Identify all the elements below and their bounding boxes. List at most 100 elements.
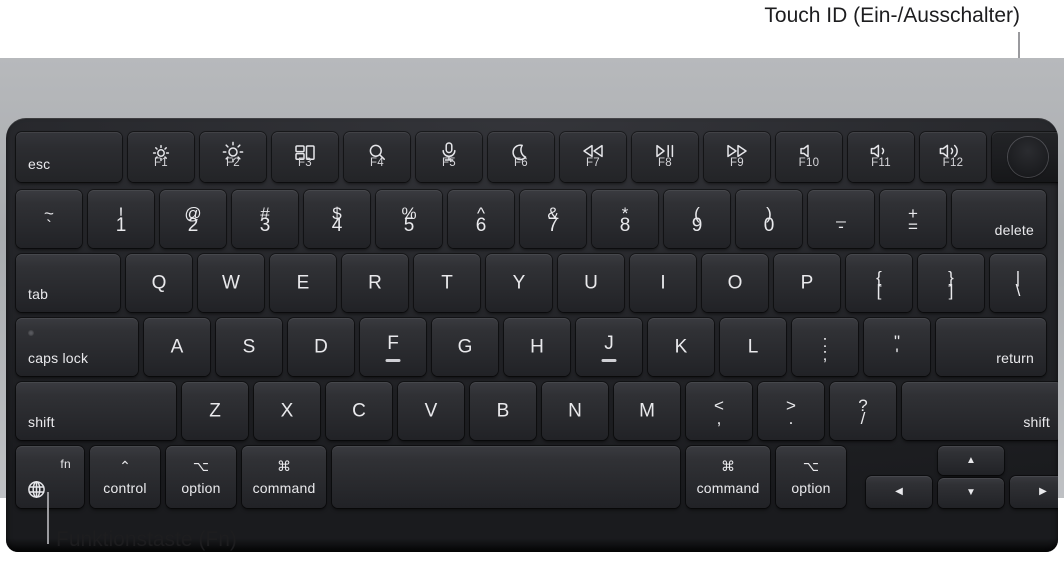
key-k[interactable]: K — [648, 318, 714, 376]
key-arrow-right[interactable]: ▶ — [1010, 476, 1058, 508]
arrow-left-slot: ◀ — [866, 446, 932, 508]
key-0[interactable]: ) 0 — [736, 190, 802, 248]
key-x[interactable]: X — [254, 382, 320, 440]
key-equals[interactable]: + = — [880, 190, 946, 248]
key-f[interactable]: F — [360, 318, 426, 376]
key-j-label: J — [604, 333, 614, 354]
key-period[interactable]: > . — [758, 382, 824, 440]
key-bracket-right[interactable]: } ] — [918, 254, 984, 312]
key-j[interactable]: J — [576, 318, 642, 376]
key-4[interactable]: $ 4 — [304, 190, 370, 248]
key-i[interactable]: I — [630, 254, 696, 312]
key-7[interactable]: & 7 — [520, 190, 586, 248]
key-2[interactable]: @ 2 — [160, 190, 226, 248]
key-m[interactable]: M — [614, 382, 680, 440]
key-f3[interactable]: F3 — [272, 132, 338, 182]
key-command-left[interactable]: ⌘ command — [242, 446, 326, 508]
key-minus[interactable]: _ - — [808, 190, 874, 248]
key-a[interactable]: A — [144, 318, 210, 376]
key-3[interactable]: # 3 — [232, 190, 298, 248]
key-9[interactable]: ( 9 — [664, 190, 730, 248]
key-return-label: return — [996, 350, 1034, 366]
key-delete[interactable]: delete — [952, 190, 1046, 248]
key-z[interactable]: Z — [182, 382, 248, 440]
key-tab-label: tab — [28, 286, 49, 302]
key-5[interactable]: % 5 — [376, 190, 442, 248]
key-8-label: 8 — [619, 215, 631, 236]
key-f8[interactable]: F8 — [632, 132, 698, 182]
key-quote[interactable]: " ' — [864, 318, 930, 376]
key-caps-lock[interactable]: caps lock — [16, 318, 138, 376]
key-l[interactable]: L — [720, 318, 786, 376]
key-f1[interactable]: F1 — [128, 132, 194, 182]
key-d-label: D — [314, 336, 328, 358]
key-c-label: C — [352, 400, 366, 422]
arrow-up-icon: ▲ — [966, 454, 976, 466]
key-e[interactable]: E — [270, 254, 336, 312]
key-q[interactable]: Q — [126, 254, 192, 312]
key-p-label: P — [800, 272, 814, 294]
key-f6[interactable]: F6 — [488, 132, 554, 182]
option-symbol: ⌥ — [802, 458, 820, 474]
key-f8-label: F8 — [657, 156, 673, 169]
key-d[interactable]: D — [288, 318, 354, 376]
key-option-left-label: option — [181, 480, 221, 496]
key-o-label: O — [727, 272, 743, 294]
key-p[interactable]: P — [774, 254, 840, 312]
laptop-body: esc F1 F2 F3 F4 F5 F6 F7 F8 F9 F10 F11 F… — [0, 58, 1064, 552]
key-y[interactable]: Y — [486, 254, 552, 312]
key-comma[interactable]: < , — [686, 382, 752, 440]
key-shift-left[interactable]: shift — [16, 382, 176, 440]
key-apostrophe-label: ' — [895, 345, 899, 364]
key-backslash[interactable]: | \ — [990, 254, 1046, 312]
key-arrow-up[interactable]: ▲ — [938, 446, 1004, 475]
key-r[interactable]: R — [342, 254, 408, 312]
key-f4-label: F4 — [369, 156, 385, 169]
key-f7[interactable]: F7 — [560, 132, 626, 182]
key-option-left[interactable]: ⌥ option — [166, 446, 236, 508]
key-esc[interactable]: esc — [16, 132, 122, 182]
key-space[interactable] — [332, 446, 680, 508]
key-g[interactable]: G — [432, 318, 498, 376]
key-f11[interactable]: F11 — [848, 132, 914, 182]
key-u[interactable]: U — [558, 254, 624, 312]
key-f12[interactable]: F12 — [920, 132, 986, 182]
key-f7-label: F7 — [585, 156, 601, 169]
key-f9[interactable]: F9 — [704, 132, 770, 182]
key-control[interactable]: ⌃ control — [90, 446, 160, 508]
key-caps-lock-label: caps lock — [28, 350, 89, 366]
key-bracket-left[interactable]: { [ — [846, 254, 912, 312]
homing-bar-icon — [385, 359, 401, 362]
key-arrow-left[interactable]: ◀ — [866, 476, 932, 508]
key-b[interactable]: B — [470, 382, 536, 440]
key-backtick[interactable]: ~ ` — [16, 190, 82, 248]
key-semicolon[interactable]: : ; — [792, 318, 858, 376]
key-6[interactable]: ^ 6 — [448, 190, 514, 248]
key-slash[interactable]: ? / — [830, 382, 896, 440]
key-f10[interactable]: F10 — [776, 132, 842, 182]
key-o[interactable]: O — [702, 254, 768, 312]
key-f5[interactable]: F5 — [416, 132, 482, 182]
key-arrow-down[interactable]: ▼ — [938, 478, 1004, 508]
key-touch-id[interactable] — [992, 132, 1058, 182]
key-c[interactable]: C — [326, 382, 392, 440]
key-return[interactable]: return — [936, 318, 1046, 376]
key-f11-label: F11 — [871, 156, 891, 169]
key-f4[interactable]: F4 — [344, 132, 410, 182]
key-8[interactable]: * 8 — [592, 190, 658, 248]
key-command-right[interactable]: ⌘ command — [686, 446, 770, 508]
key-z-label: Z — [209, 400, 221, 422]
key-fn[interactable]: fn — [16, 446, 84, 508]
key-shift-right[interactable]: shift — [902, 382, 1058, 440]
key-s[interactable]: S — [216, 318, 282, 376]
key-tab[interactable]: tab — [16, 254, 120, 312]
key-h[interactable]: H — [504, 318, 570, 376]
key-w[interactable]: W — [198, 254, 264, 312]
key-f2[interactable]: F2 — [200, 132, 266, 182]
key-option-right[interactable]: ⌥ option — [776, 446, 846, 508]
key-n[interactable]: N — [542, 382, 608, 440]
key-t[interactable]: T — [414, 254, 480, 312]
homing-bar-icon — [601, 359, 617, 362]
key-v[interactable]: V — [398, 382, 464, 440]
key-1[interactable]: ! 1 — [88, 190, 154, 248]
